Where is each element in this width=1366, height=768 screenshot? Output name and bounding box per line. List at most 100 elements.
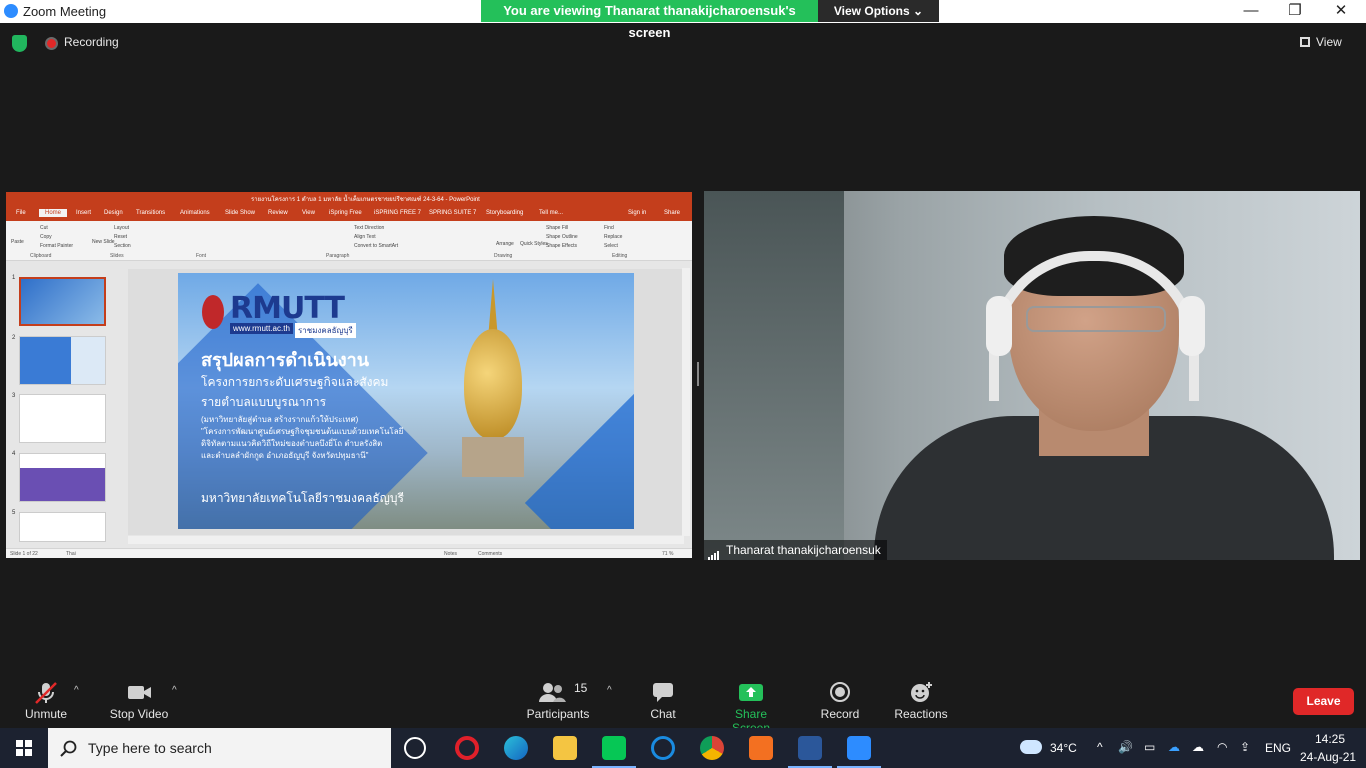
ppt-tell-me[interactable]: Tell me...	[539, 210, 563, 216]
taskbar-search-input[interactable]: Type here to search	[48, 728, 391, 768]
weather-cloud-icon[interactable]	[1020, 740, 1042, 754]
view-button[interactable]: View	[1300, 35, 1342, 49]
comments-button[interactable]: Comments	[478, 551, 502, 557]
shape-outline-button[interactable]: Shape Outline	[546, 234, 578, 240]
section-button[interactable]: Section	[114, 243, 131, 249]
reactions-button[interactable]: Reactions	[893, 681, 949, 721]
battery-icon[interactable]: ▭	[1144, 740, 1155, 754]
weather-temperature[interactable]: 34°C	[1050, 741, 1077, 755]
ppt-tab-animations[interactable]: Animations	[180, 210, 210, 216]
record-icon	[820, 681, 860, 703]
file-explorer-icon[interactable]	[553, 736, 577, 760]
onedrive-icon[interactable]: ☁	[1168, 740, 1180, 754]
align-text-button[interactable]: Align Text	[354, 234, 376, 240]
participant-video[interactable]: Thanarat thanakijcharoensuk	[704, 191, 1360, 560]
share-screen-button[interactable]: Share Screen	[715, 681, 787, 735]
chat-bubble-icon	[646, 681, 680, 703]
ppt-tab-home[interactable]: Home	[39, 209, 68, 217]
slide-editor[interactable]: RMUTT www.rmutt.ac.th ราชมงคลธัญบุรี สรุ…	[128, 269, 684, 535]
video-background	[704, 191, 844, 560]
pdf-app-icon[interactable]	[749, 736, 773, 760]
language-indicator: Thai	[66, 551, 76, 557]
ppt-tab-view[interactable]: View	[302, 210, 315, 216]
close-button[interactable]: ✕	[1318, 0, 1364, 23]
video-options-caret-icon[interactable]: ^	[172, 685, 177, 696]
layout-button[interactable]: Layout	[114, 225, 129, 231]
shape-effects-button[interactable]: Shape Effects	[546, 243, 577, 249]
horizontal-scrollbar[interactable]	[128, 536, 684, 544]
vertical-scrollbar[interactable]	[682, 268, 690, 536]
minimize-button[interactable]: —	[1228, 0, 1274, 23]
record-button[interactable]: Record	[820, 681, 860, 721]
layout-splitter-handle[interactable]	[697, 362, 699, 386]
replace-button[interactable]: Replace	[604, 234, 622, 240]
paste-button[interactable]: Paste	[11, 239, 24, 245]
word-app-icon[interactable]	[788, 736, 832, 768]
zoom-app-icon[interactable]	[837, 736, 881, 768]
ppt-tab-spring-suite7[interactable]: SPRING SUITE 7	[429, 210, 476, 216]
audio-options-caret-icon[interactable]: ^	[74, 685, 79, 696]
cut-button[interactable]: Cut	[40, 225, 48, 231]
new-slide-button[interactable]: New Slide	[92, 239, 115, 245]
internet-explorer-icon[interactable]	[651, 736, 675, 760]
slide-thumbnail[interactable]	[19, 512, 106, 542]
ppt-tab-insert[interactable]: Insert	[76, 210, 91, 216]
participants-caret-icon[interactable]: ^	[607, 685, 612, 696]
stop-video-button[interactable]: Stop Video	[108, 681, 170, 721]
ppt-tab-design[interactable]: Design	[104, 210, 123, 216]
record-label: Record	[820, 707, 860, 721]
arrange-button[interactable]: Arrange	[496, 241, 514, 247]
current-slide[interactable]: RMUTT www.rmutt.ac.th ราชมงคลธัญบุรี สรุ…	[178, 273, 634, 529]
task-view-icon[interactable]	[404, 737, 426, 759]
ppt-sign-in[interactable]: Sign in	[628, 210, 646, 216]
network-icon[interactable]: ◠	[1217, 740, 1227, 754]
ribbon-group-drawing: Drawing	[494, 253, 513, 259]
ribbon-group-editing: Editing	[612, 253, 628, 259]
copy-button[interactable]: Copy	[40, 234, 52, 240]
ppt-tab-storyboarding[interactable]: Storyboarding	[486, 210, 523, 216]
show-hidden-icons-chevron-icon[interactable]: ^	[1097, 740, 1103, 754]
chat-button[interactable]: Chat	[646, 681, 680, 721]
ppt-tab-review[interactable]: Review	[268, 210, 288, 216]
speaker-icon[interactable]: 🔊	[1118, 740, 1133, 754]
edge-browser-icon[interactable]	[504, 736, 528, 760]
quick-styles-button[interactable]: Quick Styles	[520, 241, 548, 247]
shape-fill-button[interactable]: Shape Fill	[546, 225, 568, 231]
input-language[interactable]: ENG	[1265, 741, 1291, 755]
encryption-shield-icon[interactable]	[12, 35, 27, 52]
video-camera-icon	[108, 681, 170, 703]
slide-thumbnail[interactable]	[19, 453, 106, 502]
opera-browser-icon[interactable]	[455, 736, 479, 760]
ppt-tab-transitions[interactable]: Transitions	[136, 210, 165, 216]
restore-button[interactable]: ❐	[1272, 0, 1318, 23]
zoom-level[interactable]: 71 %	[662, 551, 673, 557]
clock-date[interactable]: 24-Aug-21	[1300, 750, 1356, 764]
slide-thumbnail[interactable]	[19, 336, 106, 385]
ppt-tab-file[interactable]: File	[16, 210, 26, 216]
format-painter-button[interactable]: Format Painter	[40, 243, 73, 249]
onedrive-personal-icon[interactable]: ☁	[1192, 740, 1204, 754]
chrome-browser-icon[interactable]	[700, 736, 724, 760]
select-button[interactable]: Select	[604, 243, 618, 249]
convert-smartart-button[interactable]: Convert to SmartArt	[354, 243, 398, 249]
view-options-button[interactable]: View Options ⌄	[818, 0, 939, 22]
find-button[interactable]: Find	[604, 225, 614, 231]
shared-screen[interactable]: รายงานโครงการ 1 ตำบล 1 มหาลัย น้ำเค็มเกษ…	[6, 192, 692, 558]
participants-button[interactable]: 15 Participants	[526, 681, 590, 721]
ppt-tab-ispring-free[interactable]: iSpring Free	[329, 210, 362, 216]
leave-button[interactable]: Leave	[1293, 688, 1354, 715]
unmute-button[interactable]: Unmute	[22, 681, 70, 721]
ppt-tab-ispring-free7[interactable]: iSPRING FREE 7	[374, 210, 421, 216]
line-app-icon[interactable]	[592, 736, 636, 768]
slide-thumbnail[interactable]	[19, 277, 106, 326]
clock-time[interactable]: 14:25	[1315, 732, 1345, 746]
windows-start-button[interactable]	[0, 728, 48, 768]
recording-indicator[interactable]: Recording	[64, 35, 119, 49]
upload-cloud-icon[interactable]: ⇪	[1240, 740, 1250, 754]
text-direction-button[interactable]: Text Direction	[354, 225, 384, 231]
ppt-share[interactable]: Share	[664, 210, 680, 216]
notes-button[interactable]: Notes	[444, 551, 457, 557]
slide-thumbnail[interactable]	[19, 394, 106, 443]
reset-button[interactable]: Reset	[114, 234, 127, 240]
ppt-tab-slideshow[interactable]: Slide Show	[225, 210, 255, 216]
